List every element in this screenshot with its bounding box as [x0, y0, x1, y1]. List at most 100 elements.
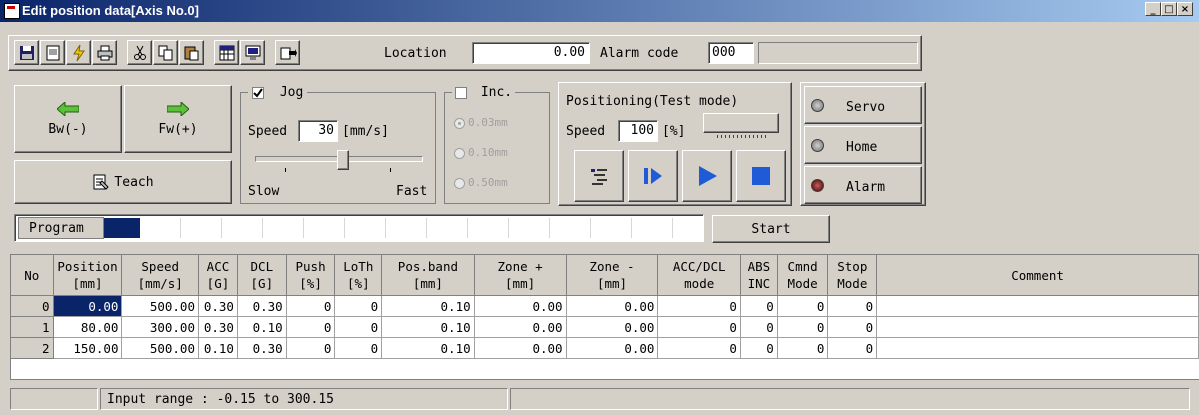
- cell-stop-mode[interactable]: 0: [827, 337, 878, 359]
- forward-button[interactable]: Fw(+): [124, 85, 232, 153]
- start-button[interactable]: Start: [712, 215, 830, 243]
- positioning-speed-field[interactable]: 100: [618, 120, 658, 142]
- jog-speed-field[interactable]: 30: [298, 120, 338, 142]
- cell-loth[interactable]: 0: [334, 337, 383, 359]
- cell-zone-minus[interactable]: 0.00: [565, 295, 659, 317]
- position-table: No Position [mm] Speed [mm/s] ACC [G] DCL [G] Pus…: [10, 254, 1199, 359]
- cell-acc[interactable]: 0.30: [197, 295, 238, 317]
- step-play-icon: [644, 168, 662, 184]
- table-row[interactable]: 0 0.00 500.00 0.30 0.30 0 0 0.10 0.00 0.00 0 0 0 0: [10, 295, 1199, 317]
- cell-pos-band[interactable]: 0.10: [381, 316, 475, 338]
- monitor-icon[interactable]: [240, 40, 265, 65]
- cell-acc[interactable]: 0.30: [197, 316, 238, 338]
- stop-button[interactable]: [736, 150, 786, 202]
- jog-checkbox[interactable]: [252, 86, 264, 99]
- inc-option-0[interactable]: 0.03mm: [454, 116, 508, 129]
- cell-accdcl-mode[interactable]: 0: [657, 316, 741, 338]
- cell-comment[interactable]: [876, 337, 1199, 359]
- cell-push[interactable]: 0: [285, 295, 336, 317]
- header-accdcl-mode-line2: mode: [684, 276, 715, 291]
- cell-push[interactable]: 0: [285, 316, 336, 338]
- header-zone-minus-line1: Zone -: [589, 259, 635, 274]
- table-row[interactable]: 1 80.00 300.00 0.30 0.10 0 0 0.10 0.00 0.00 0 0 0 0: [10, 316, 1199, 338]
- inc-checkbox[interactable]: [455, 86, 467, 99]
- cell-stop-mode[interactable]: 0: [827, 295, 878, 317]
- save-icon[interactable]: [14, 40, 39, 65]
- cell-loth[interactable]: 0: [334, 295, 383, 317]
- grid-icon[interactable]: [214, 40, 239, 65]
- header-cmnd-mode-line1: Cmnd: [787, 259, 818, 274]
- minimize-button[interactable]: _: [1145, 2, 1161, 16]
- cell-zone-plus[interactable]: 0.00: [473, 295, 567, 317]
- cell-pos-band[interactable]: 0.10: [381, 295, 475, 317]
- cell-speed[interactable]: 500.00: [121, 337, 199, 359]
- cell-accdcl-mode[interactable]: 0: [657, 295, 741, 317]
- new-icon[interactable]: [40, 40, 65, 65]
- print-icon[interactable]: [92, 40, 117, 65]
- cell-zone-plus[interactable]: 0.00: [473, 316, 567, 338]
- close-button[interactable]: ×: [1177, 2, 1193, 16]
- header-loth: LoTh [%]: [334, 254, 383, 296]
- header-zone-plus-line1: Zone +: [497, 259, 543, 274]
- cell-speed[interactable]: 300.00: [121, 316, 199, 338]
- cell-stop-mode[interactable]: 0: [827, 316, 878, 338]
- cell-abs-inc[interactable]: 0: [739, 337, 778, 359]
- maximize-button[interactable]: □: [1161, 2, 1177, 16]
- positioning-speed-slider[interactable]: [703, 113, 781, 141]
- jog-slider-thumb[interactable]: [337, 150, 349, 170]
- cell-abs-inc[interactable]: 0: [739, 316, 778, 338]
- cell-push[interactable]: 0: [285, 337, 336, 359]
- cell-position[interactable]: 0.00: [52, 295, 123, 317]
- cell-cmnd-mode[interactable]: 0: [776, 316, 829, 338]
- program-selected-cell[interactable]: [104, 218, 140, 238]
- inc-checkbox-row[interactable]: Inc.: [452, 85, 516, 100]
- step-button[interactable]: [574, 150, 624, 202]
- cell-speed[interactable]: 500.00: [121, 295, 199, 317]
- inc-option-1[interactable]: 0.10mm: [454, 146, 508, 159]
- cell-dcl[interactable]: 0.10: [236, 316, 287, 338]
- flash-icon[interactable]: [66, 40, 91, 65]
- cell-loth[interactable]: 0: [334, 316, 383, 338]
- step-play-button[interactable]: [628, 150, 678, 202]
- cell-dcl[interactable]: 0.30: [236, 337, 287, 359]
- cell-zone-minus[interactable]: 0.00: [565, 337, 659, 359]
- backward-button[interactable]: Bw(-): [14, 85, 122, 153]
- home-label: Home: [846, 140, 878, 155]
- cell-comment[interactable]: [876, 295, 1199, 317]
- cell-comment[interactable]: [876, 316, 1199, 338]
- location-label: Location: [384, 46, 447, 61]
- cell-acc[interactable]: 0.10: [197, 337, 238, 359]
- program-steps[interactable]: [140, 218, 700, 238]
- inc-label: Inc.: [480, 85, 513, 100]
- window-title: Edit position data[Axis No.0]: [22, 3, 199, 18]
- export-icon[interactable]: [275, 40, 300, 65]
- header-zone-plus-line2: [mm]: [505, 276, 536, 291]
- jog-speed-slider[interactable]: [255, 150, 423, 172]
- cell-cmnd-mode[interactable]: 0: [776, 295, 829, 317]
- inc-option-2[interactable]: 0.50mm: [454, 176, 508, 189]
- paste-icon[interactable]: [179, 40, 204, 65]
- table-row[interactable]: 2 150.00 500.00 0.10 0.30 0 0 0.10 0.00 0.00 0 0 0 0: [10, 337, 1199, 359]
- cell-abs-inc[interactable]: 0: [739, 295, 778, 317]
- cell-dcl[interactable]: 0.30: [236, 295, 287, 317]
- cell-cmnd-mode[interactable]: 0: [776, 337, 829, 359]
- app-icon: [4, 3, 20, 19]
- teach-button[interactable]: Teach: [14, 160, 232, 204]
- play-button[interactable]: [682, 150, 732, 202]
- cell-accdcl-mode[interactable]: 0: [657, 337, 741, 359]
- header-push-line2: [%]: [299, 276, 322, 291]
- cell-position[interactable]: 80.00: [52, 316, 123, 338]
- header-comment: Comment: [876, 254, 1199, 296]
- cell-zone-plus[interactable]: 0.00: [473, 337, 567, 359]
- positioning-slider-thumb[interactable]: [703, 113, 779, 133]
- step-list-icon: [591, 169, 607, 185]
- positioning-title: Positioning(Test mode): [566, 94, 739, 109]
- cell-pos-band[interactable]: 0.10: [381, 337, 475, 359]
- header-position-line2: [mm]: [72, 276, 103, 291]
- cut-icon[interactable]: [127, 40, 152, 65]
- cell-zone-minus[interactable]: 0.00: [565, 316, 659, 338]
- copy-icon[interactable]: [153, 40, 178, 65]
- jog-checkbox-row[interactable]: Jog: [248, 85, 308, 100]
- statusbar-left: [10, 388, 98, 410]
- cell-position[interactable]: 150.00: [52, 337, 123, 359]
